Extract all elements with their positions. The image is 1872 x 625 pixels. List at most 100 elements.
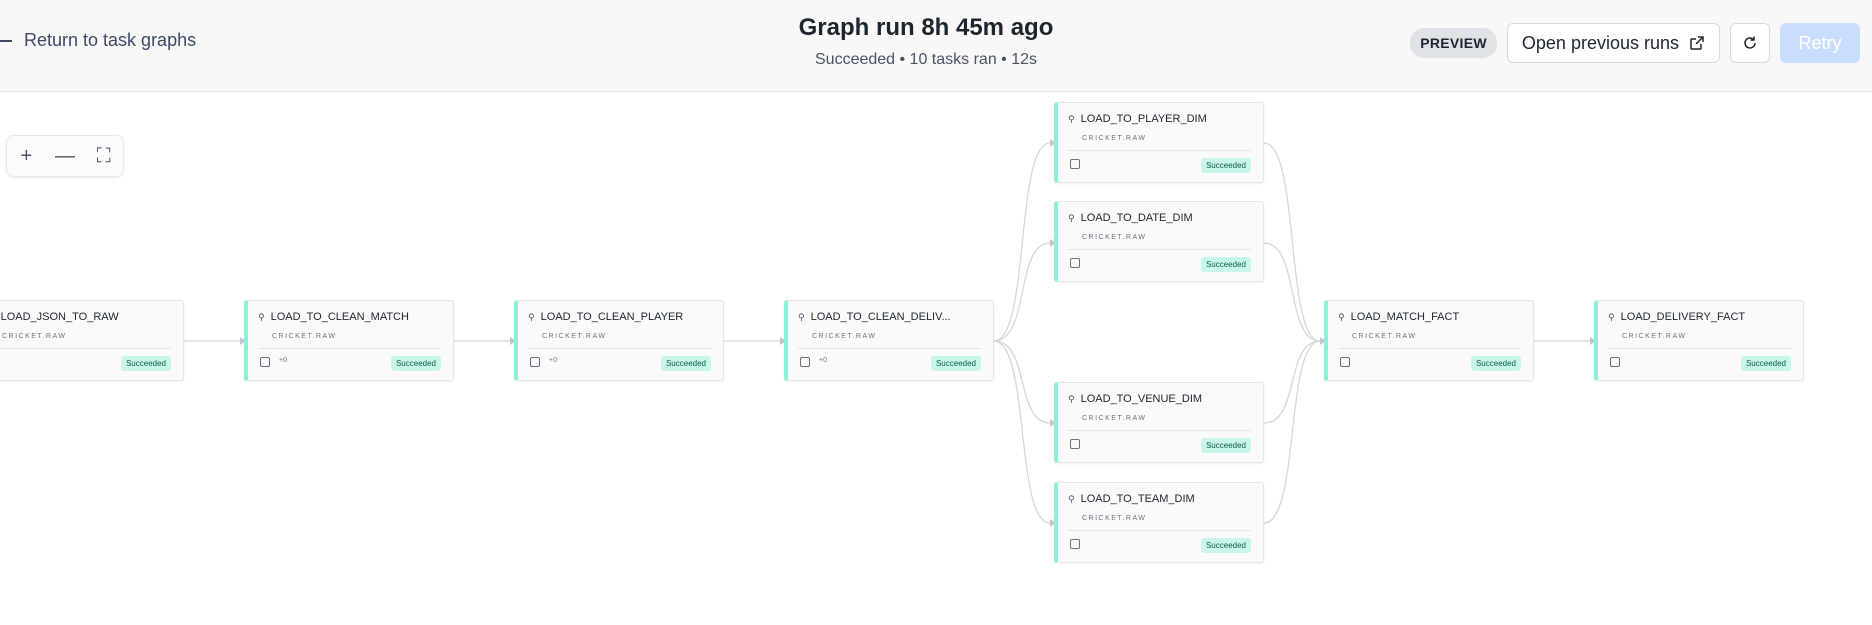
zoom-controls: + — ⛶ — [6, 135, 124, 177]
task-name: ⚲ LOAD_TO_DATE_DIM — [1068, 212, 1193, 224]
retry-button[interactable]: Retry — [1780, 23, 1860, 63]
divider — [1068, 530, 1251, 531]
task-schema: CRICKET.RAW — [1352, 333, 1417, 340]
header-actions: PREVIEW Open previous runs Retry — [1410, 23, 1860, 63]
edge — [993, 242, 1051, 342]
task-extra: +0 — [819, 357, 827, 364]
divider — [1338, 348, 1521, 349]
task-name-label: LOAD_TO_CLEAN_MATCH — [270, 311, 409, 323]
task-node[interactable]: ⚲ LOAD_DELIVERY_FACT CRICKET.RAW Succeede… — [1594, 300, 1804, 381]
task-type-icon — [1070, 159, 1080, 169]
task-type-icon — [1070, 439, 1080, 449]
divider — [1068, 150, 1251, 151]
task-node[interactable]: ⚲ LOAD_TO_VENUE_DIM CRICKET.RAW Succeeded — [1054, 382, 1264, 463]
task-node[interactable]: ⚲LOAD_JSON_TO_RAW CRICKET.RAW Succeeded — [0, 300, 184, 381]
status-badge: Succeeded — [1740, 356, 1791, 371]
divider — [1068, 249, 1251, 250]
task-icon: ⚲ — [798, 311, 805, 322]
task-name: ⚲ LOAD_TO_TEAM_DIM — [1068, 493, 1195, 505]
task-name: ⚲ LOAD_TO_PLAYER_DIM — [1068, 113, 1207, 125]
task-name-label: LOAD_TO_TEAM_DIM — [1080, 493, 1195, 505]
status-badge: Succeeded — [1200, 257, 1251, 272]
task-type-icon — [260, 357, 270, 367]
task-name-label: LOAD_TO_VENUE_DIM — [1080, 393, 1203, 405]
task-schema: CRICKET.RAW — [1082, 234, 1147, 241]
task-extra: +0 — [279, 357, 287, 364]
task-type-icon — [1610, 357, 1620, 367]
task-icon: ⚲ — [258, 311, 265, 322]
edge — [1263, 340, 1321, 424]
task-name-label: LOAD_JSON_TO_RAW — [0, 311, 119, 323]
edge — [993, 142, 1051, 342]
task-type-icon — [1340, 357, 1350, 367]
refresh-button[interactable] — [1730, 23, 1770, 63]
status-badge: Succeeded — [660, 356, 711, 371]
task-node[interactable]: ⚲ LOAD_TO_CLEAN_PLAYER CRICKET.RAW +0 Suc… — [514, 300, 724, 381]
task-node[interactable]: ⚲ LOAD_TO_TEAM_DIM CRICKET.RAW Succeeded — [1054, 482, 1264, 563]
external-link-icon — [1690, 36, 1704, 50]
task-name: ⚲ LOAD_TO_CLEAN_PLAYER — [528, 311, 683, 323]
task-schema: CRICKET.RAW — [542, 333, 607, 340]
edge — [1263, 242, 1321, 342]
graph-canvas[interactable]: + — ⛶ ⚲LOAD_JSON_TO_RAW CRICKET.RAW Succ… — [0, 93, 1872, 625]
edge — [1263, 142, 1321, 342]
open-previous-runs-button[interactable]: Open previous runs — [1506, 23, 1720, 63]
task-schema: CRICKET.RAW — [272, 333, 337, 340]
divider — [1068, 430, 1251, 431]
refresh-icon — [1744, 36, 1756, 49]
task-node[interactable]: ⚲ LOAD_MATCH_FACT CRICKET.RAW Succeeded — [1324, 300, 1534, 381]
status-badge: Succeeded — [1200, 538, 1251, 553]
status-badge: Succeeded — [930, 356, 981, 371]
edge — [993, 340, 1051, 424]
preview-badge: PREVIEW — [1410, 28, 1497, 58]
task-schema: CRICKET.RAW — [1082, 135, 1147, 142]
task-name-label: LOAD_MATCH_FACT — [1350, 311, 1460, 323]
task-icon: ⚲ — [1608, 311, 1615, 322]
task-node[interactable]: ⚲ LOAD_TO_DATE_DIM CRICKET.RAW Succeeded — [1054, 201, 1264, 282]
status-badge: Succeeded — [120, 356, 171, 371]
zoom-in-button[interactable]: + — [12, 142, 40, 170]
divider — [1608, 348, 1791, 349]
task-type-icon — [800, 357, 810, 367]
divider — [798, 348, 981, 349]
task-name: ⚲ LOAD_DELIVERY_FACT — [1608, 311, 1745, 323]
divider — [528, 348, 711, 349]
task-name-label: LOAD_TO_PLAYER_DIM — [1080, 113, 1207, 125]
task-node[interactable]: ⚲ LOAD_TO_CLEAN_MATCH CRICKET.RAW +0 Succ… — [244, 300, 454, 381]
edge — [1263, 340, 1321, 524]
status-badge: Succeeded — [1470, 356, 1521, 371]
task-icon: ⚲ — [1068, 493, 1075, 504]
task-node[interactable]: ⚲ LOAD_TO_PLAYER_DIM CRICKET.RAW Succeede… — [1054, 102, 1264, 183]
status-badge: Succeeded — [1200, 158, 1251, 173]
task-name: ⚲LOAD_JSON_TO_RAW — [0, 311, 119, 323]
zoom-out-button[interactable]: — — [51, 142, 79, 170]
divider — [0, 348, 171, 349]
task-type-icon — [1070, 539, 1080, 549]
task-name: ⚲ LOAD_TO_CLEAN_MATCH — [258, 311, 409, 323]
task-name-label: LOAD_TO_CLEAN_PLAYER — [540, 311, 684, 323]
task-name: ⚲ LOAD_TO_CLEAN_DELIV... — [798, 311, 951, 323]
task-icon: ⚲ — [1068, 393, 1075, 404]
task-schema: CRICKET.RAW — [1622, 333, 1687, 340]
task-name-label: LOAD_DELIVERY_FACT — [1620, 311, 1746, 323]
edge — [993, 340, 1051, 524]
task-node[interactable]: ⚲ LOAD_TO_CLEAN_DELIV... CRICKET.RAW +0 S… — [784, 300, 994, 381]
task-schema: CRICKET.RAW — [2, 333, 67, 340]
open-previous-runs-label: Open previous runs — [1521, 32, 1679, 53]
task-type-icon — [530, 357, 540, 367]
task-schema: CRICKET.RAW — [1082, 515, 1147, 522]
task-name: ⚲ LOAD_TO_VENUE_DIM — [1068, 393, 1202, 405]
header: Return to task graphs Graph run 8h 45m a… — [0, 0, 1872, 92]
task-schema: CRICKET.RAW — [812, 333, 877, 340]
task-extra: +0 — [549, 357, 557, 364]
task-icon: ⚲ — [1338, 311, 1345, 322]
fit-view-button[interactable]: ⛶ — [90, 142, 118, 170]
task-name: ⚲ LOAD_MATCH_FACT — [1338, 311, 1459, 323]
task-icon: ⚲ — [1068, 113, 1075, 124]
status-badge: Succeeded — [1200, 438, 1251, 453]
status-badge: Succeeded — [390, 356, 441, 371]
divider — [258, 348, 441, 349]
task-icon: ⚲ — [528, 311, 535, 322]
task-type-icon — [1070, 258, 1080, 268]
retry-label: Retry — [1798, 32, 1842, 53]
